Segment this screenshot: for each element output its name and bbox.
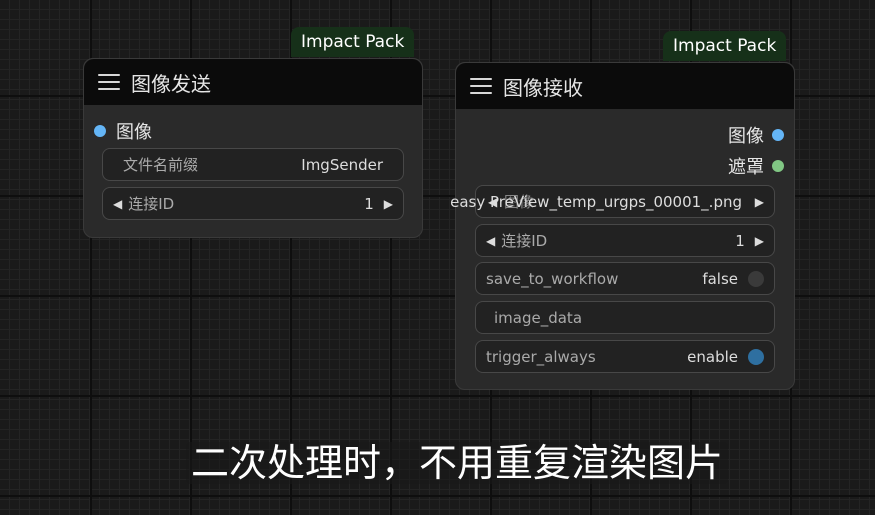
link-id-stepper[interactable]: ◀ 连接ID 1 ▶ [475,224,775,257]
slot-label: 遮罩 [728,157,764,178]
receiver-output-slot-image[interactable]: 图像 [728,123,784,147]
widget-value: enable [687,347,738,366]
receiver-output-slot-mask[interactable]: 遮罩 [728,154,784,178]
receiver-node-header[interactable]: 图像接收 [456,63,794,109]
image-slot-dot-icon[interactable] [94,125,106,137]
subtitle-caption: 二次处理时，不用重复渲染图片 [186,442,728,484]
decrement-arrow-icon[interactable]: ◀ [486,234,495,248]
sender-node-title: 图像发送 [131,71,211,96]
widget-value: 1 [364,194,374,213]
save-to-workflow-toggle[interactable]: save_to_workflow false [475,262,775,295]
menu-icon[interactable] [98,71,120,93]
link-id-stepper[interactable]: ◀ 连接ID 1 ▶ [102,187,404,220]
mask-output-dot-icon[interactable] [772,160,784,172]
increment-arrow-icon[interactable]: ▶ [384,197,393,211]
widget-value: ImgSender [301,155,383,174]
trigger-always-toggle[interactable]: trigger_always enable [475,340,775,373]
previous-arrow-icon[interactable]: ◀ [488,195,497,209]
increment-arrow-icon[interactable]: ▶ [755,234,764,248]
next-arrow-icon[interactable]: ▶ [755,195,764,209]
widget-label: save_to_workflow [486,269,619,288]
sender-badge: Impact Pack [291,27,415,57]
widget-value: false [702,269,738,288]
filename-prefix-field[interactable]: 文件名前缀 ImgSender [102,148,404,181]
sender-input-slot-image[interactable]: 图像 [94,119,152,143]
slot-label: 图像 [728,126,764,147]
receiver-badge: Impact Pack [663,31,787,61]
toggle-on-icon[interactable] [748,348,764,365]
image-output-dot-icon[interactable] [772,129,784,141]
widget-value: 1 [735,231,745,250]
decrement-arrow-icon[interactable]: ◀ [113,197,122,211]
image-sender-node[interactable]: 图像发送 图像 文件名前缀 ImgSender ◀ 连接ID 1 ▶ [83,58,423,238]
image-data-field[interactable]: image_data [475,301,775,334]
widget-label: 连接ID [501,232,548,250]
image-file-combo[interactable]: ◀ 图像 easy PreView_temp_urgps_00001_.png … [450,185,775,218]
widget-label: 文件名前缀 [123,156,199,174]
toggle-off-icon[interactable] [748,270,764,287]
widget-label: image_data [494,308,583,327]
widget-label: 连接ID [128,195,175,213]
slot-label: 图像 [116,122,152,143]
sender-node-header[interactable]: 图像发送 [84,59,422,105]
menu-icon[interactable] [470,75,492,97]
image-receiver-node[interactable]: 图像接收 图像 遮罩 ◀ 图像 easy PreView_temp_urgps_… [450,62,795,390]
widget-label: trigger_always [486,347,596,366]
receiver-node-title: 图像接收 [503,75,583,100]
